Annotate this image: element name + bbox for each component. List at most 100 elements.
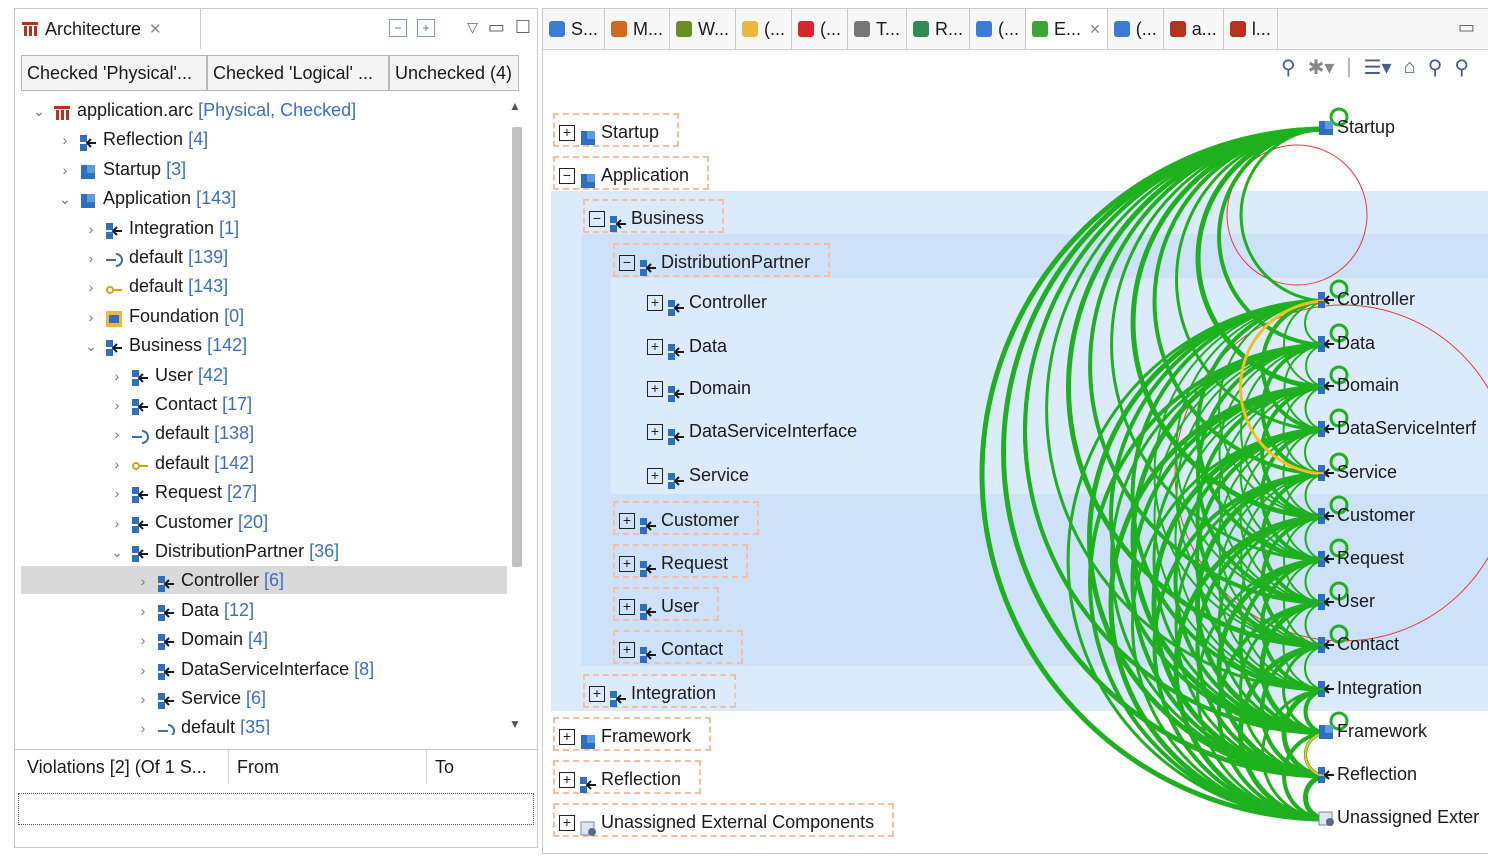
scroll-up-icon[interactable]: ▲ <box>509 99 521 113</box>
tree-item[interactable]: › Foundation [0] <box>21 302 507 330</box>
close-icon[interactable]: ✕ <box>149 20 162 38</box>
layout-icon[interactable]: ✱▾ <box>1308 55 1335 80</box>
editor-tab-4[interactable]: (... <box>792 9 849 49</box>
maximize-icon[interactable]: ☐ <box>515 17 531 38</box>
editor-tab-label: a... <box>1191 18 1217 39</box>
chevron-right-icon[interactable]: › <box>109 450 125 478</box>
tree-item[interactable]: › default [35] <box>21 713 507 735</box>
editor-tab-1[interactable]: M... <box>605 9 671 49</box>
tree-item[interactable]: ⌄ Application [143] <box>21 184 507 212</box>
editor-tab-5[interactable]: T... <box>848 9 908 49</box>
editor-tab-8[interactable]: E... ✕ <box>1026 9 1108 49</box>
tree-item[interactable]: › Integration [1] <box>21 214 507 242</box>
graph-target[interactable]: Reflection <box>1317 764 1417 785</box>
tree-item[interactable]: › default [138] <box>21 419 507 447</box>
editor-tab-10[interactable]: a... <box>1164 9 1224 49</box>
tree-item[interactable]: › User [42] <box>21 361 507 389</box>
chevron-right-icon[interactable]: › <box>83 215 99 243</box>
editor-tab-3[interactable]: (... <box>736 9 793 49</box>
view-menu-icon[interactable]: ▽ <box>467 19 478 36</box>
chevron-right-icon[interactable]: › <box>109 420 125 448</box>
editor-tab-11[interactable]: l... <box>1224 9 1278 49</box>
graph-target[interactable]: Request <box>1317 548 1404 569</box>
filter-tab-0[interactable]: Checked 'Physical'... <box>21 55 207 91</box>
scrollbar-thumb[interactable] <box>512 127 522 567</box>
tree-item[interactable]: › Domain [4] <box>21 625 507 653</box>
chevron-right-icon[interactable]: › <box>83 303 99 331</box>
to-column-header[interactable]: To <box>427 750 537 784</box>
table-row[interactable]: application.arcApplication.Bu...Applicat <box>18 793 534 825</box>
chevron-down-icon[interactable]: ⌄ <box>83 332 99 360</box>
tree-item[interactable]: ⌄ DistributionPartner [36] <box>21 537 507 565</box>
close-icon[interactable]: ✕ <box>1089 21 1101 38</box>
tree-item[interactable]: › DataServiceInterface [8] <box>21 655 507 683</box>
chevron-right-icon[interactable]: › <box>135 714 151 735</box>
tree-item[interactable]: › Data [12] <box>21 596 507 624</box>
zoom-selection-icon[interactable]: ⚲ <box>1281 55 1296 80</box>
graph-target[interactable]: Unassigned Exter <box>1317 807 1479 828</box>
filter-tab-2[interactable]: Unchecked (4) <box>389 55 519 91</box>
tree-item[interactable]: › Request [27] <box>21 478 507 506</box>
graph-target[interactable]: Startup <box>1317 117 1395 138</box>
list-options-icon[interactable]: ☰▾ <box>1364 55 1392 80</box>
tree-item[interactable]: › Controller [6] <box>21 566 507 595</box>
editor-tab-7[interactable]: (... <box>970 9 1027 49</box>
collapse-all-icon[interactable]: − <box>389 18 408 37</box>
editor-tab-2[interactable]: W... <box>670 9 737 49</box>
from-column-header[interactable]: From <box>229 750 427 784</box>
graph-target[interactable]: Domain <box>1317 375 1399 396</box>
scroll-down-icon[interactable]: ▼ <box>509 717 521 731</box>
tree-item[interactable]: › Reflection [4] <box>21 125 507 153</box>
chevron-down-icon[interactable]: ⌄ <box>31 97 47 125</box>
filter-tab-1[interactable]: Checked 'Logical' ... <box>207 55 389 91</box>
tree-item[interactable]: › default [142] <box>21 449 507 477</box>
graph-target[interactable]: Controller <box>1317 289 1415 310</box>
home-icon[interactable]: ⌂ <box>1404 56 1416 79</box>
graph-target[interactable]: Service <box>1317 462 1397 483</box>
chevron-right-icon[interactable]: › <box>135 656 151 684</box>
chevron-right-icon[interactable]: › <box>135 567 151 595</box>
chevron-right-icon[interactable]: › <box>83 244 99 272</box>
tree-item[interactable]: › default [139] <box>21 243 507 271</box>
component-icon <box>157 602 175 622</box>
chevron-right-icon[interactable]: › <box>109 479 125 507</box>
graph-target[interactable]: Customer <box>1317 505 1415 526</box>
chevron-right-icon[interactable]: › <box>83 273 99 301</box>
tree-item[interactable]: ⌄ application.arc [Physical, Checked] <box>21 96 507 124</box>
chevron-right-icon[interactable]: › <box>135 626 151 654</box>
chevron-right-icon[interactable]: › <box>135 685 151 713</box>
graph-target[interactable]: Framework <box>1317 721 1427 742</box>
graph-target[interactable]: Data <box>1317 333 1375 354</box>
graph-target[interactable]: User <box>1317 591 1375 612</box>
component-icon <box>157 690 175 710</box>
tree-item[interactable]: › Service [6] <box>21 684 507 712</box>
toolbar-separator: | <box>1346 56 1352 78</box>
tree-item[interactable]: › Customer [20] <box>21 508 507 536</box>
violations-column-header[interactable]: Violations [2] (Of 1 S... <box>19 750 229 784</box>
chevron-down-icon[interactable]: ⌄ <box>109 538 125 566</box>
tree-item[interactable]: › Startup [3] <box>21 155 507 183</box>
chevron-right-icon[interactable]: › <box>109 391 125 419</box>
chevron-down-icon[interactable]: ⌄ <box>57 185 73 213</box>
expand-all-icon[interactable]: + <box>417 18 436 37</box>
chevron-right-icon[interactable]: › <box>57 126 73 154</box>
zoom-out-icon[interactable]: ⚲ <box>1428 55 1443 80</box>
tree-item-count: [142] <box>214 452 255 473</box>
editor-tab-6[interactable]: R... <box>907 9 971 49</box>
tree-item[interactable]: › Contact [17] <box>21 390 507 418</box>
minimize-icon[interactable]: ▭ <box>488 17 505 38</box>
tree-item[interactable]: ⌄ Business [142] <box>21 331 507 359</box>
graph-target[interactable]: Integration <box>1317 678 1422 699</box>
graph-target[interactable]: Contact <box>1317 634 1399 655</box>
graph-target[interactable]: DataServiceInterf <box>1317 418 1476 439</box>
editor-tab-9[interactable]: (... <box>1108 9 1164 49</box>
architecture-tab[interactable]: Architecture ✕ <box>15 9 201 49</box>
editor-tab-0[interactable]: S... <box>543 9 606 49</box>
minimize-icon[interactable]: ▭ <box>1458 17 1475 38</box>
tree-item[interactable]: › default [143] <box>21 272 507 300</box>
chevron-right-icon[interactable]: › <box>57 156 73 184</box>
chevron-right-icon[interactable]: › <box>109 509 125 537</box>
chevron-right-icon[interactable]: › <box>109 362 125 390</box>
zoom-in-icon[interactable]: ⚲ <box>1454 55 1469 80</box>
chevron-right-icon[interactable]: › <box>135 597 151 625</box>
